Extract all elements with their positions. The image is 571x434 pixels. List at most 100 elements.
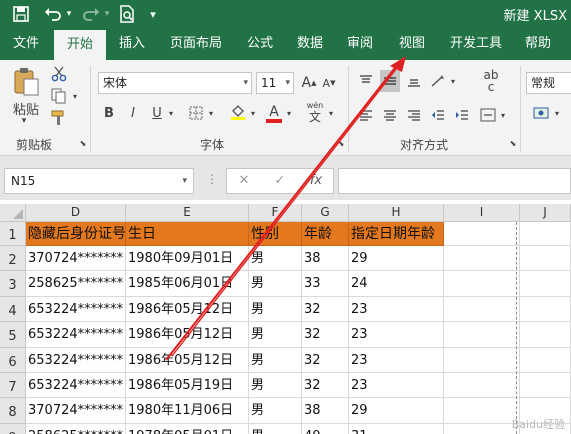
- cell-H1[interactable]: 指定日期年龄: [349, 222, 444, 246]
- fill-color-dropdown-icon[interactable]: ▾: [248, 102, 258, 124]
- cell-G5[interactable]: 32: [302, 322, 349, 348]
- cell-G9[interactable]: 40: [302, 423, 349, 434]
- phonetic-guide-button[interactable]: wén 文: [304, 98, 326, 126]
- cell-G1[interactable]: 年龄: [302, 222, 349, 246]
- copy-dropdown-icon[interactable]: ▾: [70, 88, 80, 104]
- phonetic-dropdown-icon[interactable]: ▾: [326, 102, 336, 124]
- font-color-dropdown-icon[interactable]: ▾: [284, 102, 294, 124]
- column-header[interactable]: G: [302, 204, 349, 222]
- align-top-icon[interactable]: [356, 70, 376, 92]
- tab-developer[interactable]: 开发工具: [444, 28, 508, 60]
- align-middle-icon[interactable]: [380, 70, 400, 92]
- cell-G6[interactable]: 32: [302, 347, 349, 373]
- redo-dropdown-icon[interactable]: ▾: [102, 4, 112, 24]
- align-bottom-icon[interactable]: [404, 70, 424, 92]
- cell-F8[interactable]: 男: [249, 398, 302, 424]
- decrease-indent-icon[interactable]: [428, 104, 448, 126]
- cell-I6[interactable]: [444, 347, 520, 373]
- cell-D6[interactable]: 653224*******: [26, 347, 126, 373]
- save-icon[interactable]: [10, 4, 32, 24]
- cell-E3[interactable]: 1985年06月01日: [126, 271, 249, 297]
- cell-H2[interactable]: 29: [349, 246, 444, 272]
- alignment-launcher-icon[interactable]: ⬊: [508, 138, 518, 148]
- row-header[interactable]: 7: [0, 373, 26, 399]
- print-preview-icon[interactable]: [116, 4, 138, 24]
- cell-D7[interactable]: 653224*******: [26, 373, 126, 399]
- font-color-icon[interactable]: A: [264, 100, 284, 124]
- tab-review[interactable]: 审阅: [340, 28, 380, 60]
- cell-E4[interactable]: 1986年05月12日: [126, 296, 249, 323]
- formula-bar-grip-icon[interactable]: ⋮: [206, 172, 218, 186]
- paste-button[interactable]: 粘贴: [8, 100, 44, 118]
- cell-J4[interactable]: [520, 296, 571, 323]
- name-box[interactable]: N15 ▾: [4, 168, 194, 194]
- cell-J7[interactable]: [520, 373, 571, 399]
- select-all-corner[interactable]: [0, 204, 26, 222]
- column-header[interactable]: J: [520, 204, 571, 222]
- tab-formulas[interactable]: 公式: [240, 28, 280, 60]
- font-name-select[interactable]: 宋体 ▾: [98, 72, 252, 94]
- cell-I5[interactable]: [444, 322, 520, 348]
- row-header[interactable]: 9: [0, 423, 26, 434]
- customize-toolbar-icon[interactable]: ▾: [146, 4, 160, 24]
- cell-J2[interactable]: [520, 246, 571, 272]
- confirm-edit-button[interactable]: ✓: [267, 169, 293, 193]
- cell-F3[interactable]: 男: [249, 271, 302, 297]
- tab-page-layout[interactable]: 页面布局: [164, 28, 228, 60]
- cell-G7[interactable]: 32: [302, 373, 349, 399]
- cell-G2[interactable]: 38: [302, 246, 349, 272]
- cell-F5[interactable]: 男: [249, 322, 302, 348]
- tab-view[interactable]: 视图: [392, 28, 432, 60]
- accounting-format-icon[interactable]: [530, 102, 552, 124]
- row-header[interactable]: 5: [0, 322, 26, 348]
- shrink-font-button[interactable]: A ▼: [320, 72, 338, 94]
- column-header[interactable]: E: [126, 204, 249, 222]
- cell-G3[interactable]: 33: [302, 271, 349, 297]
- paste-icon[interactable]: [10, 66, 42, 98]
- cell-D3[interactable]: 258625*******: [26, 271, 126, 297]
- cell-G4[interactable]: 32: [302, 296, 349, 323]
- cell-I3[interactable]: [444, 271, 520, 297]
- cell-I7[interactable]: [444, 373, 520, 399]
- format-painter-icon[interactable]: [48, 108, 70, 128]
- redo-icon[interactable]: [80, 4, 102, 24]
- column-header[interactable]: H: [349, 204, 444, 222]
- align-center-icon[interactable]: [380, 104, 400, 126]
- copy-icon[interactable]: [48, 86, 70, 106]
- undo-icon[interactable]: [42, 4, 64, 24]
- cell-J3[interactable]: [520, 271, 571, 297]
- cell-I9[interactable]: [444, 423, 520, 434]
- cell-J1[interactable]: [520, 222, 571, 246]
- cell-H5[interactable]: 23: [349, 322, 444, 348]
- fill-color-icon[interactable]: [228, 100, 248, 124]
- cell-H8[interactable]: 29: [349, 398, 444, 424]
- formula-input[interactable]: [338, 168, 571, 194]
- cell-D5[interactable]: 653224*******: [26, 322, 126, 348]
- cell-H7[interactable]: 23: [349, 373, 444, 399]
- merge-dropdown-icon[interactable]: ▾: [498, 104, 508, 126]
- cell-F1[interactable]: 性别: [249, 222, 302, 246]
- row-header[interactable]: 6: [0, 347, 26, 373]
- cell-E6[interactable]: 1986年05月12日: [126, 347, 249, 373]
- cell-E5[interactable]: 1986年05月12日: [126, 322, 249, 348]
- cell-D8[interactable]: 370724*******: [26, 398, 126, 424]
- cell-F7[interactable]: 男: [249, 373, 302, 399]
- borders-icon[interactable]: [186, 102, 206, 124]
- cell-E8[interactable]: 1980年11月06日: [126, 398, 249, 424]
- cell-E9[interactable]: 1978年05月01日: [126, 423, 249, 434]
- row-header[interactable]: 4: [0, 296, 26, 323]
- cell-J5[interactable]: [520, 322, 571, 348]
- cell-E2[interactable]: 1980年09月01日: [126, 246, 249, 272]
- cell-G8[interactable]: 38: [302, 398, 349, 424]
- cell-H6[interactable]: 23: [349, 347, 444, 373]
- orientation-icon[interactable]: [428, 70, 448, 92]
- cell-J6[interactable]: [520, 347, 571, 373]
- increase-indent-icon[interactable]: [452, 104, 472, 126]
- cut-icon[interactable]: [48, 64, 70, 84]
- cell-I4[interactable]: [444, 296, 520, 323]
- align-left-icon[interactable]: [356, 104, 376, 126]
- underline-button[interactable]: U: [148, 102, 166, 124]
- font-launcher-icon[interactable]: ⬊: [336, 138, 346, 148]
- accounting-dropdown-icon[interactable]: ▾: [552, 102, 562, 124]
- orientation-dropdown-icon[interactable]: ▾: [448, 70, 458, 92]
